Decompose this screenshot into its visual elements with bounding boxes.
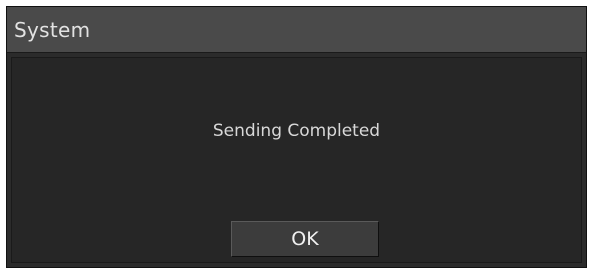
ok-button[interactable]: OK	[231, 221, 379, 257]
dialog-message: Sending Completed	[212, 121, 381, 141]
dialog-content: Sending Completed OK	[11, 57, 582, 263]
dialog-title: System	[14, 17, 91, 42]
dialog-title-bar[interactable]: System	[7, 7, 586, 53]
system-dialog: System Sending Completed OK	[6, 6, 587, 268]
